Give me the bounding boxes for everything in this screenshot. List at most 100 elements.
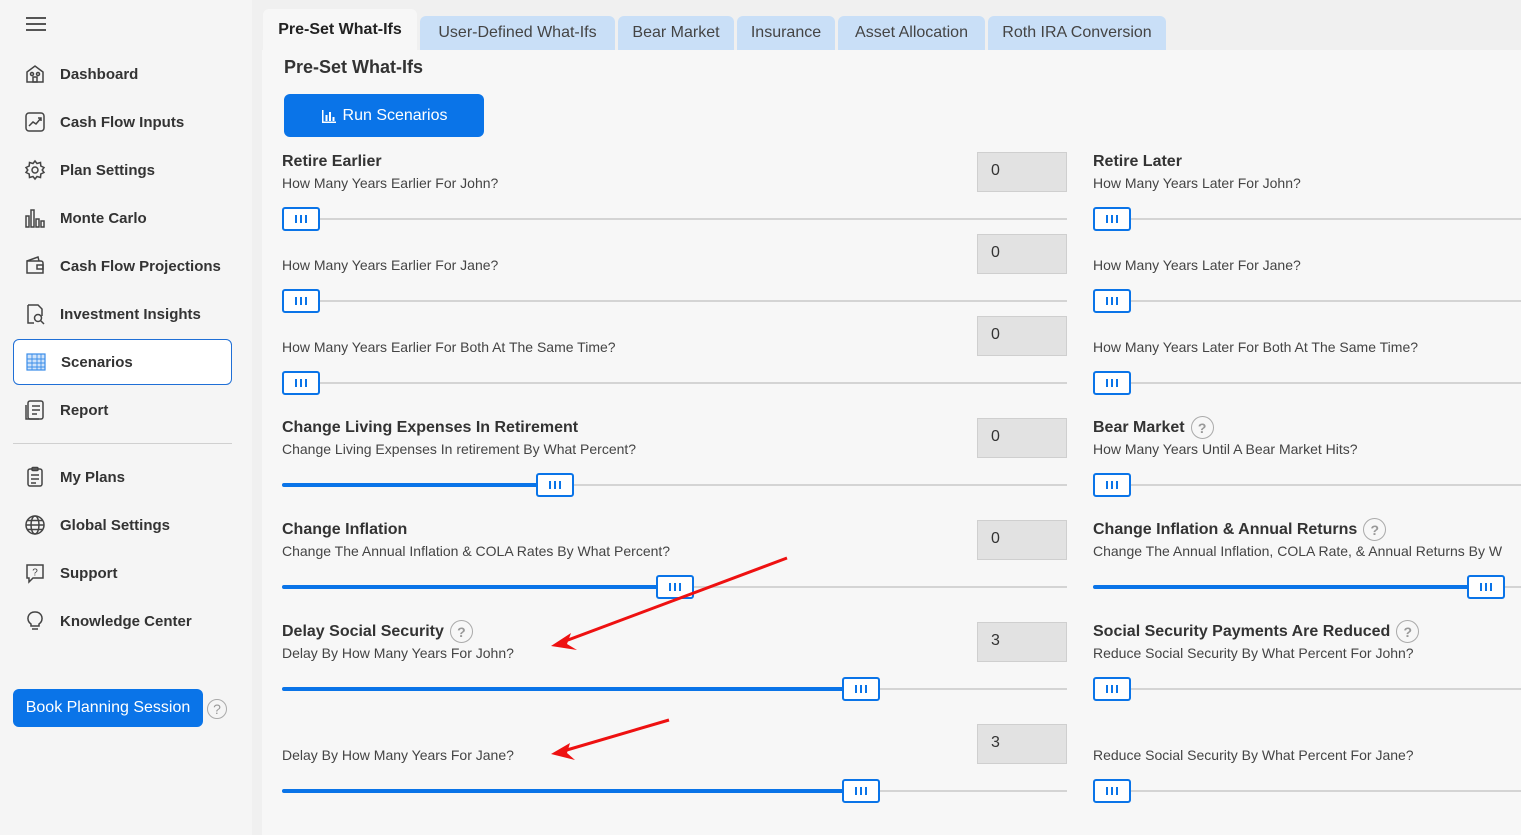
- globe-icon: [23, 513, 47, 537]
- change-inflation-heading: Change Inflation: [282, 521, 408, 538]
- sidebar-item-investment-insights[interactable]: Investment Insights: [13, 292, 232, 336]
- change-inflation-input[interactable]: 0: [977, 520, 1067, 560]
- sidebar-item-global-settings[interactable]: Global Settings: [13, 503, 232, 547]
- inflation-returns-slider[interactable]: [1093, 575, 1521, 599]
- retire-earlier-john-input[interactable]: 0: [977, 152, 1067, 192]
- slider-thumb[interactable]: [656, 575, 694, 599]
- delay-ss-jane-label: Delay By How Many Years For Jane?: [282, 747, 514, 763]
- clipboard-icon: [23, 465, 47, 489]
- bar-chart-icon: [23, 206, 47, 230]
- tab-pre-set-what-ifs[interactable]: Pre-Set What-Ifs: [263, 9, 417, 50]
- sidebar-item-plan-settings[interactable]: Plan Settings: [13, 148, 232, 192]
- retire-earlier-john-slider[interactable]: [282, 207, 1067, 231]
- slider-thumb[interactable]: [1093, 779, 1131, 803]
- help-icon[interactable]: ?: [1363, 518, 1387, 541]
- retire-later-jane-slider[interactable]: [1093, 289, 1521, 313]
- sidebar-item-monte-carlo[interactable]: Monte Carlo: [13, 196, 232, 240]
- sidebar-item-scenarios[interactable]: Scenarios: [13, 339, 232, 385]
- delay-social-security-heading: Delay Social Security?: [282, 620, 473, 643]
- ss-reduced-jane-label: Reduce Social Security By What Percent F…: [1093, 747, 1414, 763]
- change-inflation-label: Change The Annual Inflation & COLA Rates…: [282, 543, 671, 559]
- retire-earlier-heading: Retire Earlier: [282, 153, 382, 170]
- retire-later-both-slider[interactable]: [1093, 371, 1521, 395]
- retire-earlier-both-slider[interactable]: [282, 371, 1067, 395]
- retire-earlier-john-label: How Many Years Earlier For John?: [282, 175, 499, 191]
- delay-ss-jane-input[interactable]: 3: [977, 724, 1067, 764]
- help-icon[interactable]: ?: [449, 620, 473, 643]
- help-icon[interactable]: ?: [1190, 416, 1214, 439]
- delay-ss-john-slider[interactable]: [282, 677, 1067, 701]
- tab-bear-market[interactable]: Bear Market: [618, 16, 734, 50]
- slider-thumb[interactable]: [282, 207, 320, 231]
- scenarios-icon: [24, 350, 48, 374]
- slider-thumb[interactable]: [1093, 289, 1131, 313]
- sidebar-item-label: Dashboard: [60, 65, 139, 83]
- help-icon[interactable]: ?: [1396, 620, 1420, 643]
- slider-thumb[interactable]: [536, 473, 574, 497]
- sidebar-item-my-plans[interactable]: My Plans: [13, 455, 232, 499]
- sidebar-item-report[interactable]: Report: [13, 388, 232, 432]
- report-icon: [23, 398, 47, 422]
- sidebar-item-label: Cash Flow Projections: [60, 257, 221, 275]
- retire-later-both-label: How Many Years Later For Both At The Sam…: [1093, 339, 1419, 355]
- bear-market-slider[interactable]: [1093, 473, 1521, 497]
- dashboard-icon: [23, 62, 47, 86]
- change-inflation-slider[interactable]: [282, 575, 1067, 599]
- page-title: Pre-Set What-Ifs: [284, 57, 424, 77]
- sidebar-item-label: Cash Flow Inputs: [60, 113, 185, 131]
- ss-reduced-john-slider[interactable]: [1093, 677, 1521, 701]
- living-expenses-slider[interactable]: [282, 473, 1067, 497]
- hamburger-menu-icon[interactable]: [26, 16, 46, 32]
- slider-thumb[interactable]: [842, 779, 880, 803]
- slider-thumb[interactable]: [1093, 207, 1131, 231]
- living-expenses-label: Change Living Expenses In retirement By …: [282, 441, 637, 457]
- sidebar-item-label: Scenarios: [61, 353, 133, 371]
- living-expenses-input[interactable]: 0: [977, 418, 1067, 458]
- bear-market-label: How Many Years Until A Bear Market Hits?: [1093, 441, 1358, 457]
- slider-thumb[interactable]: [842, 677, 880, 701]
- sidebar-item-label: My Plans: [60, 468, 126, 486]
- slider-thumb[interactable]: [1467, 575, 1505, 599]
- help-chat-icon: ?: [23, 561, 47, 585]
- sidebar-item-label: Investment Insights: [60, 305, 201, 323]
- retire-earlier-jane-slider[interactable]: [282, 289, 1067, 313]
- sidebar-item-dashboard[interactable]: Dashboard: [13, 52, 232, 96]
- run-scenarios-button[interactable]: Run Scenarios: [284, 94, 484, 137]
- tab-asset-allocation[interactable]: Asset Allocation: [838, 16, 985, 50]
- tab-roth-ira-conversion[interactable]: Roth IRA Conversion: [988, 16, 1166, 50]
- sidebar-item-knowledge-center[interactable]: Knowledge Center: [13, 599, 232, 643]
- sidebar-divider: [13, 443, 232, 444]
- book-planning-session-button[interactable]: Book Planning Session: [13, 689, 203, 727]
- slider-thumb[interactable]: [1093, 473, 1131, 497]
- tab-user-defined-what-ifs[interactable]: User-Defined What-Ifs: [420, 16, 615, 50]
- ss-reduced-john-label: Reduce Social Security By What Percent F…: [1093, 645, 1414, 661]
- retire-earlier-both-input[interactable]: 0: [977, 316, 1067, 356]
- slider-thumb[interactable]: [1093, 677, 1131, 701]
- slider-thumb[interactable]: [1093, 371, 1131, 395]
- ss-reduced-jane-slider[interactable]: [1093, 779, 1521, 803]
- ss-reduced-heading: Social Security Payments Are Reduced?: [1093, 620, 1420, 643]
- sidebar-item-support[interactable]: ? Support: [13, 551, 232, 595]
- sidebar-item-label: Monte Carlo: [60, 209, 147, 227]
- tab-insurance[interactable]: Insurance: [737, 16, 835, 50]
- slider-thumb[interactable]: [282, 371, 320, 395]
- slider-thumb[interactable]: [282, 289, 320, 313]
- sidebar-item-cash-flow-projections[interactable]: Cash Flow Projections: [13, 244, 232, 288]
- delay-ss-john-input[interactable]: 3: [977, 622, 1067, 662]
- retire-earlier-jane-label: How Many Years Earlier For Jane?: [282, 257, 499, 273]
- retire-later-jane-label: How Many Years Later For Jane?: [1093, 257, 1301, 273]
- sidebar-item-cash-flow-inputs[interactable]: Cash Flow Inputs: [13, 100, 232, 144]
- retire-later-john-slider[interactable]: [1093, 207, 1521, 231]
- bar-chart-icon: [321, 108, 337, 124]
- retire-later-heading: Retire Later: [1093, 153, 1182, 170]
- delay-ss-jane-slider[interactable]: [282, 779, 1067, 803]
- retire-earlier-jane-input[interactable]: 0: [977, 234, 1067, 274]
- sidebar-item-label: Support: [60, 564, 118, 582]
- sidebar-item-label: Report: [60, 401, 109, 419]
- retire-earlier-both-label: How Many Years Earlier For Both At The S…: [282, 339, 616, 355]
- help-icon[interactable]: ?: [207, 699, 227, 719]
- retire-later-john-label: How Many Years Later For John?: [1093, 175, 1301, 191]
- living-expenses-heading: Change Living Expenses In Retirement: [282, 419, 579, 436]
- inflation-returns-label: Change The Annual Inflation, COLA Rate, …: [1093, 543, 1503, 559]
- run-scenarios-label: Run Scenarios: [342, 106, 448, 124]
